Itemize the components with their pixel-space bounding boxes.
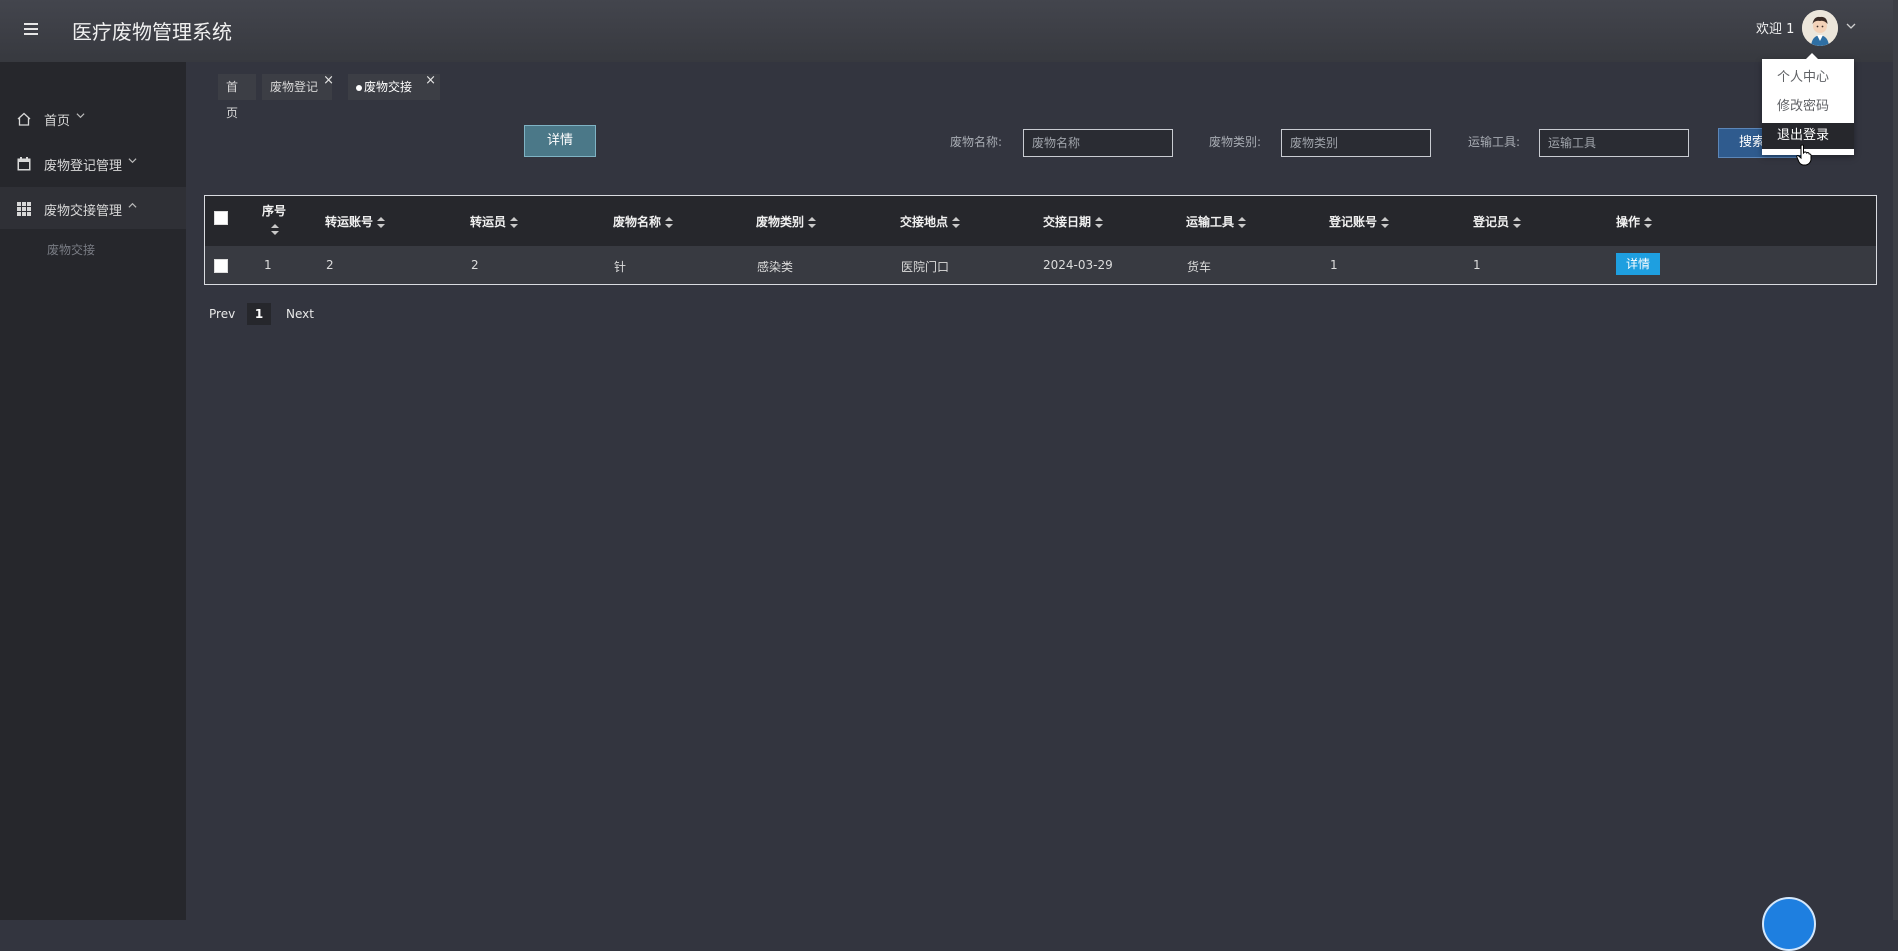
close-icon[interactable]: × (425, 68, 436, 94)
sidebar-item-label: 首页 (44, 114, 71, 129)
scrollbar[interactable] (1893, 0, 1898, 920)
filter-label-waste-name: 废物名称: (950, 135, 1003, 149)
table-cell: 1 (264, 258, 272, 272)
chevron-up-icon (128, 200, 137, 213)
hamburger-icon[interactable] (24, 20, 44, 40)
table-cell: 1 (1330, 258, 1338, 272)
table-header: 序号 转运账号 转运员 废物名称 废物类别 交接地点 交接日期 运输工具 登记账… (205, 196, 1876, 246)
table-cell: 针 (614, 260, 627, 274)
app-title: 医疗废物管理系统 (72, 20, 232, 44)
user-dropdown-menu: 个人中心 修改密码 退出登录 (1762, 53, 1854, 155)
tab-label: 废物交接 (364, 80, 413, 94)
column-header[interactable]: 转运员 (470, 213, 519, 230)
transport-tool-input[interactable] (1539, 129, 1689, 157)
table-cell: 2 (326, 258, 334, 272)
tab-waste-registration[interactable]: 废物登记 × (262, 73, 334, 100)
detail-button[interactable]: 详情 (524, 125, 596, 157)
chevron-down-icon[interactable] (1846, 20, 1856, 34)
column-header-label: 转运员 (470, 215, 507, 229)
select-all-checkbox[interactable] (214, 211, 228, 225)
column-header[interactable]: 序号 (262, 202, 286, 219)
user-avatar[interactable] (1802, 10, 1838, 46)
pagination-page[interactable]: 1 (247, 303, 271, 325)
floating-help-button[interactable] (1762, 897, 1816, 951)
table-row[interactable]: 1 2 2 针 感染类 医院门口 2024-03-29 货车 1 1 详情 (205, 246, 1876, 284)
waste-name-input[interactable] (1023, 129, 1173, 157)
sort-icon[interactable] (1644, 216, 1653, 229)
sidebar-item-waste-handover[interactable]: 废物交接管理 (0, 189, 186, 229)
sidebar-subitem-waste-handover[interactable]: 废物交接 (47, 241, 95, 258)
chevron-down-icon (128, 155, 137, 168)
table-cell: 2024-03-29 (1043, 258, 1113, 272)
column-header[interactable]: 登记员 (1473, 213, 1522, 230)
table-cell: 货车 (1187, 260, 1212, 274)
pagination-prev[interactable]: Prev (209, 307, 235, 321)
sort-icon[interactable] (271, 224, 279, 236)
table-cell: 医院门口 (901, 260, 950, 274)
column-header-label: 转运账号 (325, 215, 374, 229)
column-header-label: 登记账号 (1329, 215, 1378, 229)
sort-icon[interactable] (665, 216, 674, 229)
table-cell: 2 (471, 258, 479, 272)
top-header: 医疗废物管理系统 欢迎 1 (0, 0, 1898, 62)
filter-label-transport-tool: 运输工具: (1468, 135, 1521, 149)
column-header[interactable]: 转运账号 (325, 213, 386, 230)
column-header-label: 废物类别 (756, 215, 805, 229)
column-header-label: 交接地点 (900, 215, 949, 229)
chevron-down-icon (76, 110, 85, 123)
menu-item-change-password[interactable]: 修改密码 (1762, 94, 1854, 120)
filter-label-waste-category: 废物类别: (1209, 135, 1262, 149)
waste-category-input[interactable] (1281, 129, 1431, 157)
column-header[interactable]: 交接日期 (1043, 213, 1104, 230)
tab-label: 首页 (226, 80, 239, 120)
sidebar-item-home[interactable]: 首页 (0, 99, 186, 139)
column-header-label: 操作 (1616, 215, 1641, 229)
table-cell: 感染类 (757, 260, 794, 274)
column-header-label: 运输工具 (1186, 215, 1235, 229)
column-header-label: 交接日期 (1043, 215, 1092, 229)
grid-icon (16, 201, 32, 217)
sort-icon[interactable] (510, 216, 519, 229)
welcome-text: 欢迎 1 (1756, 22, 1795, 37)
active-dot-icon (356, 84, 362, 91)
sort-icon[interactable] (1513, 216, 1522, 229)
menu-item-profile[interactable]: 个人中心 (1762, 65, 1854, 91)
sidebar-item-waste-registration[interactable]: 废物登记管理 (0, 144, 186, 184)
tab-label: 废物登记 (270, 80, 319, 94)
sort-icon[interactable] (377, 216, 386, 229)
sort-icon[interactable] (808, 216, 817, 229)
hand-cursor-icon (1796, 144, 1812, 169)
column-header[interactable]: 运输工具 (1186, 213, 1247, 230)
home-icon (16, 111, 32, 127)
tab-home[interactable]: 首页 (218, 74, 256, 120)
column-header[interactable]: 交接地点 (900, 213, 961, 230)
pagination-next[interactable]: Next (286, 307, 314, 321)
row-detail-button[interactable]: 详情 (1616, 253, 1660, 275)
column-header-label: 登记员 (1473, 215, 1510, 229)
column-header[interactable]: 废物名称 (613, 213, 674, 230)
sidebar-item-label: 废物登记管理 (44, 159, 123, 174)
column-header[interactable]: 废物类别 (756, 213, 817, 230)
table-cell: 1 (1473, 258, 1481, 272)
sort-icon[interactable] (1095, 216, 1104, 229)
tab-waste-handover[interactable]: 废物交接 × (348, 73, 440, 100)
close-icon[interactable]: × (323, 68, 334, 94)
column-header[interactable]: 登记账号 (1329, 213, 1390, 230)
row-checkbox[interactable] (214, 259, 228, 273)
column-header-label: 废物名称 (613, 215, 662, 229)
sort-icon[interactable] (952, 216, 961, 229)
sort-icon[interactable] (1238, 216, 1247, 229)
data-table: 序号 转运账号 转运员 废物名称 废物类别 交接地点 交接日期 运输工具 登记账… (204, 195, 1877, 285)
calendar-icon (16, 156, 32, 172)
sidebar-item-label: 废物交接管理 (44, 204, 123, 219)
sort-icon[interactable] (1381, 216, 1390, 229)
column-header[interactable]: 操作 (1616, 213, 1653, 230)
